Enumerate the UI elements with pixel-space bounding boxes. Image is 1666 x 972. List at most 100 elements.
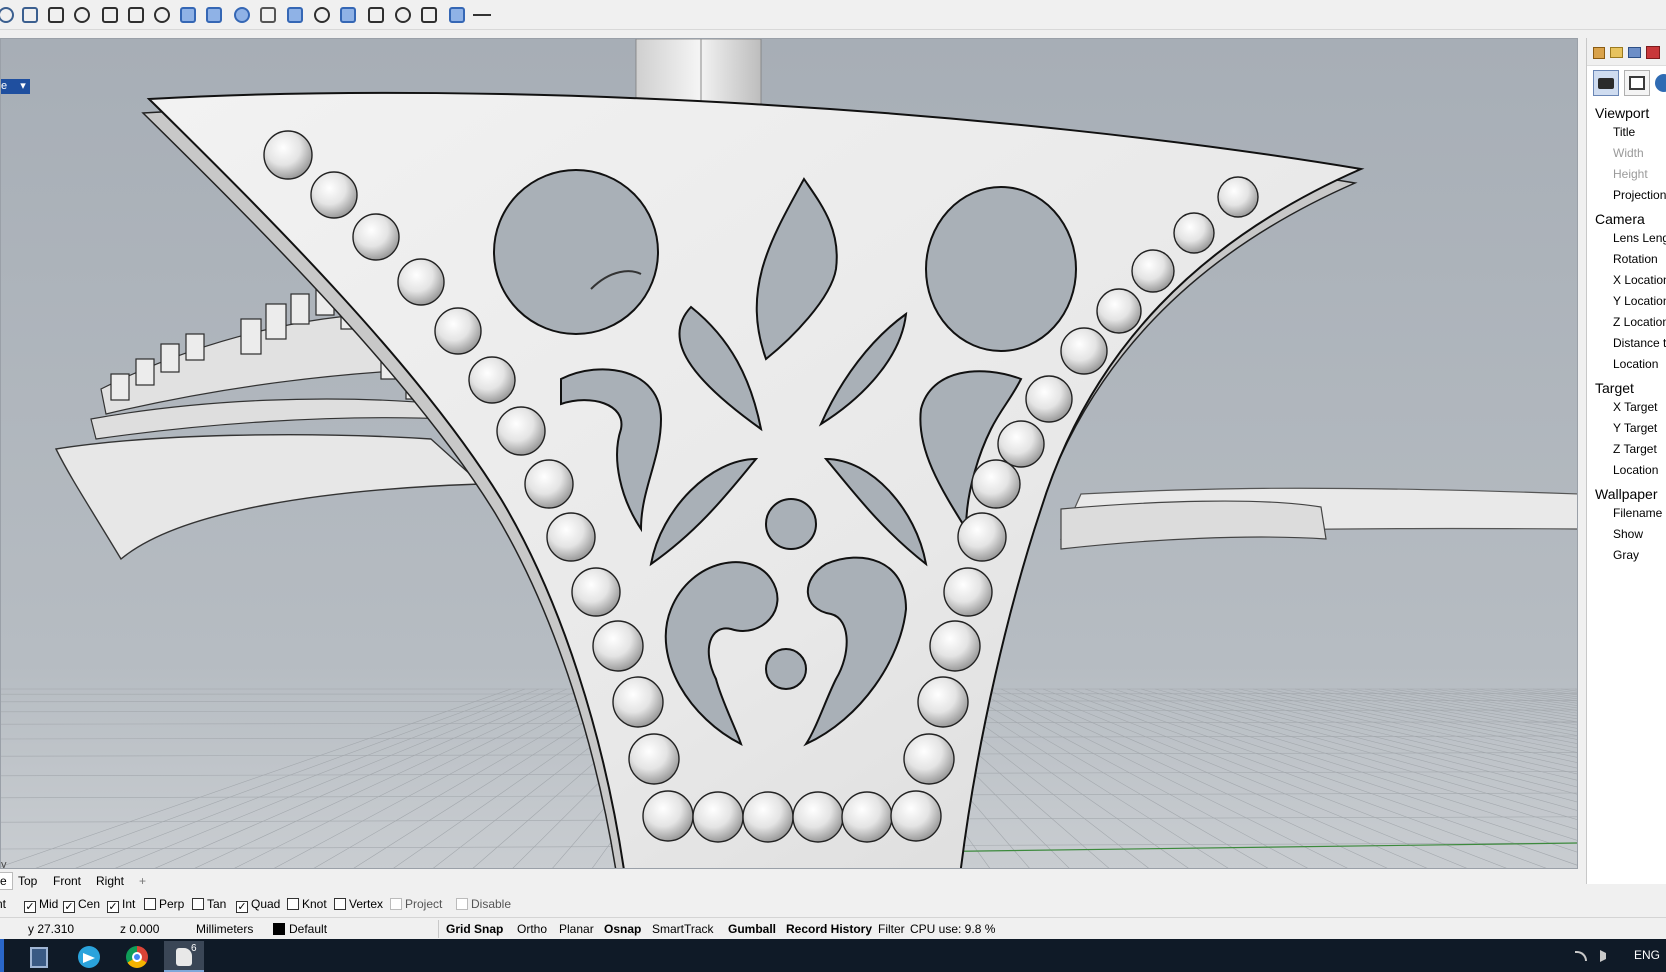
units-display[interactable]: Millimeters [196, 918, 253, 940]
toggle-ortho[interactable]: Ortho [517, 918, 547, 940]
gumball-move-icon[interactable] [124, 3, 148, 27]
osnap-cen[interactable]: ✓ Cen [63, 896, 100, 913]
osnap-vertex[interactable]: Vertex [334, 896, 383, 912]
network-icon[interactable] [1575, 951, 1587, 961]
toggle-osnap[interactable]: Osnap [604, 918, 641, 940]
checkbox[interactable]: ✓ [63, 901, 75, 913]
pearl-bead [890, 790, 942, 842]
property-row[interactable]: Title [1587, 122, 1666, 143]
osnap-perp[interactable]: Perp [144, 896, 184, 912]
property-row[interactable]: X Location [1587, 270, 1666, 291]
property-row[interactable]: Location [1587, 460, 1666, 481]
layer-color-swatch[interactable] [273, 923, 285, 935]
toggle-record-history[interactable]: Record History [786, 918, 872, 940]
fillet-curves-icon[interactable] [44, 3, 68, 27]
layers-tab-icon[interactable] [1610, 47, 1623, 58]
lasso-select-icon[interactable] [0, 3, 18, 27]
toggle-smarttrack[interactable]: SmartTrack [652, 918, 714, 940]
tab-right[interactable]: Right [90, 872, 130, 890]
checkbox[interactable] [192, 898, 204, 910]
property-row[interactable]: Z Target [1587, 439, 1666, 460]
boolean-union-icon[interactable] [445, 3, 469, 27]
sphere-icon[interactable] [1655, 74, 1666, 92]
viewport-canvas[interactable] [1, 39, 1578, 869]
property-row[interactable]: Lens Leng [1587, 228, 1666, 249]
osnap-disable[interactable]: Disable [456, 896, 511, 912]
property-row[interactable]: Y Location [1587, 291, 1666, 312]
add-viewport-icon[interactable]: + [133, 872, 152, 890]
section-viewport[interactable]: Viewport [1587, 100, 1666, 122]
checkbox[interactable]: ✓ [24, 901, 36, 913]
calculator-icon[interactable] [19, 941, 59, 972]
start-edge[interactable] [0, 939, 4, 972]
property-row[interactable]: Height [1587, 164, 1666, 185]
property-row[interactable]: Z Location [1587, 312, 1666, 333]
checkbox[interactable] [144, 898, 156, 910]
chrome-icon[interactable] [117, 941, 157, 972]
line-icon[interactable] [364, 3, 388, 27]
osnap-int[interactable]: ✓ Int [107, 896, 135, 913]
checkbox[interactable] [390, 898, 402, 910]
section-wallpaper[interactable]: Wallpaper [1587, 481, 1666, 503]
checkbox[interactable]: ✓ [107, 901, 119, 913]
property-row[interactable]: Y Target [1587, 418, 1666, 439]
rotate-3d-icon[interactable] [283, 3, 307, 27]
tab-front[interactable]: Front [47, 872, 87, 890]
surface-project-icon[interactable] [336, 3, 360, 27]
property-row[interactable]: Gray [1587, 545, 1666, 566]
property-row[interactable]: Location [1587, 354, 1666, 375]
materials-tab-icon[interactable] [1646, 46, 1660, 59]
box-edit-icon-glyph [206, 7, 222, 23]
checkbox[interactable] [456, 898, 468, 910]
checkbox[interactable] [287, 898, 299, 910]
osnap-knot[interactable]: Knot [287, 896, 327, 912]
select-curve-icon[interactable] [18, 3, 42, 27]
tab-top[interactable]: Top [12, 872, 43, 890]
property-row[interactable]: Show [1587, 524, 1666, 545]
osnap-project[interactable]: Project [390, 896, 442, 912]
section-target[interactable]: Target [1587, 375, 1666, 397]
language-indicator[interactable]: ENG [1634, 939, 1660, 972]
more-toolbar-icon[interactable] [471, 3, 495, 27]
property-row[interactable]: Rotation [1587, 249, 1666, 270]
osnap-mid[interactable]: ✓ Mid [24, 896, 58, 913]
toggle-filter[interactable]: Filter [878, 918, 905, 940]
toggle-gumball[interactable]: Gumball [728, 918, 776, 940]
osnap-tan[interactable]: Tan [192, 896, 226, 912]
polyline-icon[interactable] [391, 3, 415, 27]
box-edit-icon[interactable] [202, 3, 226, 27]
property-row[interactable]: Distance t [1587, 333, 1666, 354]
current-layer[interactable]: Default [289, 918, 327, 940]
viewport-title: e [1, 80, 8, 92]
section-camera[interactable]: Camera [1587, 206, 1666, 228]
property-row[interactable]: X Target [1587, 397, 1666, 418]
volume-icon[interactable] [1600, 950, 1612, 962]
sphere-solid-icon[interactable] [230, 3, 254, 27]
properties-tab-icon[interactable] [1593, 47, 1605, 59]
property-row[interactable]: Projection [1587, 185, 1666, 206]
rhino-icon[interactable]: 6 [164, 941, 204, 972]
telegram-icon[interactable] [69, 941, 109, 972]
property-row[interactable]: Filename [1587, 503, 1666, 524]
tab-perspective[interactable]: e [0, 872, 13, 890]
gumball-rotate-icon[interactable] [150, 3, 174, 27]
osnap-quad[interactable]: ✓ Quad [236, 896, 280, 913]
rectangle-crop-icon[interactable] [417, 3, 441, 27]
checkbox[interactable]: ✓ [236, 901, 248, 913]
osnap-nt[interactable]: nt [0, 896, 6, 912]
perspective-viewport[interactable]: e ▾ y [0, 38, 1578, 869]
pearl-bead [468, 356, 516, 404]
display-tab-icon[interactable] [1628, 47, 1641, 58]
curve-offset-icon[interactable] [98, 3, 122, 27]
box-solid-icon[interactable] [176, 3, 200, 27]
toggle-planar[interactable]: Planar [559, 918, 594, 940]
osnap-bar: nt ✓Mid ✓Cen ✓Int Perp Tan ✓Quad Knot Vertex Proj… [0, 893, 1666, 915]
mirror-icon[interactable] [256, 3, 280, 27]
property-row[interactable]: Width [1587, 143, 1666, 164]
viewport-title-menu[interactable]: e ▾ [1, 79, 30, 94]
toggle-grid-snap[interactable]: Grid Snap [446, 918, 503, 940]
checkbox[interactable] [334, 898, 346, 910]
pearl-bead [997, 420, 1045, 468]
arc-curve-icon[interactable] [70, 3, 94, 27]
control-points-icon[interactable] [310, 3, 334, 27]
